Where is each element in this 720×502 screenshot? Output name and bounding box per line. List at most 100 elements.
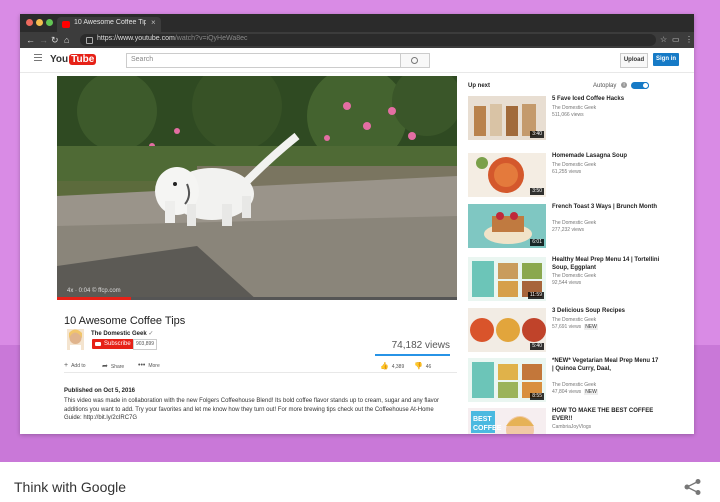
list-item[interactable]: 5:40 3 Delicious Soup Recipes The Domest… — [468, 308, 678, 354]
video-progress-bar[interactable] — [57, 297, 457, 300]
cast-icon[interactable]: ▭ — [672, 35, 680, 45]
video-thumbnail: 6:01 — [468, 204, 546, 248]
video-thumbnail: 3:40 — [468, 96, 546, 140]
item-title: French Toast 3 Ways | Brunch Month — [552, 204, 658, 210]
back-icon[interactable]: ← — [26, 34, 35, 46]
autoplay-toggle[interactable] — [631, 82, 649, 89]
like-button[interactable]: 👍 4,389 — [380, 362, 404, 370]
youtube-favicon-icon — [62, 21, 70, 28]
more-dots-icon: ••• — [138, 362, 146, 369]
subscribe-button[interactable]: Subscribe — [92, 339, 134, 349]
video-thumbnail: 11:59 — [468, 257, 546, 301]
search-placeholder: Search — [131, 56, 154, 63]
new-badge: NEW — [584, 389, 598, 395]
item-channel: The Domestic Geek — [552, 382, 597, 388]
more-button[interactable]: ••• More — [138, 362, 160, 369]
bookmark-star-icon[interactable]: ☆ — [660, 35, 667, 45]
divider — [64, 372, 457, 373]
item-title: 3 Delicious Soup Recipes — [552, 308, 626, 314]
tab-title: 10 Awesome Coffee Tips - You — [74, 19, 146, 26]
item-channel: CambriaJoyVlogs — [552, 424, 592, 430]
like-ratio-bar — [375, 354, 450, 356]
home-icon[interactable]: ⌂ — [64, 34, 69, 46]
item-views: 92,544 views — [552, 280, 582, 286]
item-title: 5 Fave Iced Coffee Hacks — [552, 96, 625, 102]
share-arrow-icon: ➦ — [102, 363, 108, 370]
subscriber-count: 903,899 — [133, 339, 158, 350]
verified-icon: ✓ — [148, 331, 154, 337]
reload-icon[interactable]: ↻ — [51, 34, 59, 46]
item-views: 61,255 views — [552, 169, 582, 175]
video-thumbnail: 8:55 — [468, 358, 546, 402]
brand-name: Think with Google — [14, 479, 127, 495]
list-item[interactable]: 3:40 5 Fave Iced Coffee Hacks The Domest… — [468, 96, 678, 142]
plus-icon: + — [64, 362, 69, 369]
channel-name[interactable]: The Domestic Geek ✓ — [91, 330, 153, 337]
view-count: 74,182 views — [391, 340, 450, 351]
item-views: 277,232 views — [552, 227, 584, 233]
list-item[interactable]: 8:55 *NEW* Vegetarian Meal Prep Menu 17 … — [468, 358, 678, 404]
item-channel: The Domestic Geek — [552, 105, 597, 111]
youtube-play-icon — [95, 342, 101, 346]
list-item[interactable]: BEST COFFEE HOW TO MAKE THE BEST COFFEE E… — [468, 408, 678, 434]
search-input[interactable]: Search — [126, 53, 400, 68]
address-bar: ← → ↻ ⌂ https://www.youtube.com/watch?v=… — [20, 32, 694, 48]
item-title: Healthy Meal Prep Menu 14 | Tortellini S… — [552, 257, 660, 271]
guide-menu-icon[interactable] — [34, 54, 42, 63]
search-icon — [411, 57, 418, 64]
youtube-logo[interactable]: You Tube — [50, 54, 97, 66]
close-window-dot[interactable] — [26, 19, 33, 26]
upload-button[interactable]: Upload — [620, 53, 648, 68]
list-item[interactable]: 3:50 Homemade Lasagna Soup The Domestic … — [468, 153, 678, 199]
item-title: HOW TO MAKE THE BEST COFFEE EVER!! — [552, 408, 654, 422]
item-views: 57,691 views NEW — [552, 324, 598, 330]
autoplay-label: Autoplay — [593, 83, 617, 89]
item-views: 47,804 views NEW — [552, 389, 598, 395]
svg-text:COFFEE: COFFEE — [473, 425, 502, 432]
info-icon[interactable]: i — [621, 82, 627, 88]
new-badge: NEW — [584, 324, 598, 330]
list-item[interactable]: 11:59 Healthy Meal Prep Menu 14 | Tortel… — [468, 257, 678, 303]
search-button[interactable] — [400, 53, 430, 68]
item-title: Homemade Lasagna Soup — [552, 153, 628, 159]
footer-bar: Think with Google — [0, 462, 720, 502]
video-player[interactable]: 4x · 0:04 © ffcp.com — [57, 76, 457, 300]
thumbs-down-icon: 👎 — [414, 363, 423, 370]
video-caption: 4x · 0:04 © ffcp.com — [67, 288, 121, 294]
svg-text:BEST: BEST — [473, 416, 492, 423]
video-thumbnail: 5:40 — [468, 308, 546, 352]
list-item[interactable]: 6:01 French Toast 3 Ways | Brunch Month … — [468, 204, 678, 250]
dislike-button[interactable]: 👎 46 — [414, 362, 431, 370]
item-title: *NEW* Vegetarian Meal Prep Menu 17 | Qui… — [552, 358, 659, 372]
item-channel: The Domestic Geek — [552, 162, 597, 168]
share-icon[interactable] — [683, 478, 703, 496]
tab-bar: 10 Awesome Coffee Tips - You × — [20, 14, 694, 32]
maximize-window-dot[interactable] — [46, 19, 53, 26]
youtube-header: You Tube Search Upload Sign in — [20, 48, 694, 73]
minimize-window-dot[interactable] — [36, 19, 43, 26]
forward-icon[interactable]: → — [39, 34, 48, 46]
share-button[interactable]: ➦ Share — [102, 362, 124, 370]
item-channel: The Domestic Geek — [552, 273, 597, 279]
tab-close-icon[interactable]: × — [151, 18, 156, 27]
video-thumbnail: BEST COFFEE — [468, 408, 546, 434]
up-next-heading: Up next — [468, 83, 491, 89]
item-views: 511,066 views — [552, 112, 584, 118]
video-description: This video was made in collaboration wit… — [64, 398, 439, 421]
browser-window: 10 Awesome Coffee Tips - You × ← → ↻ ⌂ h… — [20, 14, 694, 434]
sign-in-button[interactable]: Sign in — [653, 53, 679, 66]
browser-tab[interactable]: 10 Awesome Coffee Tips - You × — [57, 17, 161, 32]
lock-icon — [86, 37, 93, 44]
video-frame-image — [57, 76, 457, 300]
url-field[interactable]: https://www.youtube.com/watch?v=iQyHeWa8… — [80, 34, 656, 46]
thumbs-up-icon: 👍 — [380, 363, 389, 370]
video-title: 10 Awesome Coffee Tips — [64, 315, 186, 327]
url-host: https://www.youtube.com — [97, 35, 175, 42]
item-channel: The Domestic Geek — [552, 220, 597, 226]
url-path: /watch?v=iQyHeWa8ec — [174, 35, 248, 42]
add-to-button[interactable]: + Add to — [64, 362, 86, 369]
channel-avatar[interactable] — [67, 329, 84, 350]
video-thumbnail: 3:50 — [468, 153, 546, 197]
published-date: Published on Oct 5, 2016 — [64, 388, 136, 394]
browser-menu-icon[interactable]: ⋮ — [685, 35, 693, 45]
